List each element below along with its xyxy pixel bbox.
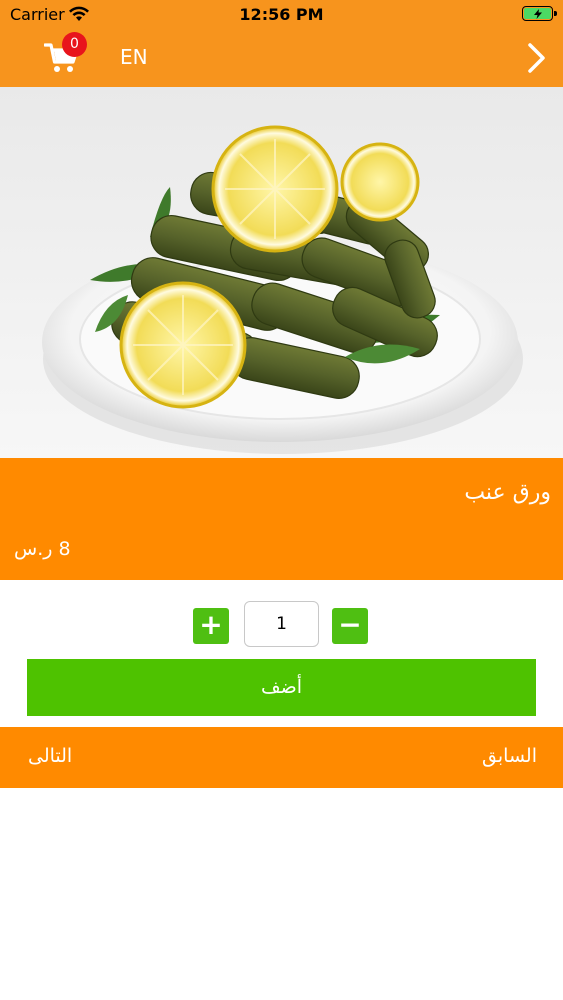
- top-bar: Carrier 12:56 PM 0 EN: [0, 0, 563, 87]
- previous-product-button[interactable]: السابق: [482, 745, 537, 767]
- language-toggle[interactable]: EN: [120, 45, 148, 69]
- status-bar: Carrier 12:56 PM: [0, 0, 563, 30]
- product-name: ورق عنب: [464, 480, 551, 505]
- decrease-quantity-button[interactable]: −: [332, 608, 368, 644]
- increase-quantity-button[interactable]: +: [193, 608, 229, 644]
- product-detail-screen: Carrier 12:56 PM 0 EN ورق عنب 8 ر.س + 1 …: [0, 0, 563, 1000]
- battery-icon: [522, 6, 557, 21]
- quantity-field[interactable]: [244, 601, 319, 647]
- product-price: 8 ر.س: [14, 538, 71, 560]
- nav-bar: 0 EN: [0, 30, 563, 87]
- add-to-cart-button[interactable]: أضف: [27, 659, 536, 716]
- product-info-panel: ورق عنب 8 ر.س: [0, 458, 563, 580]
- status-time: 12:56 PM: [239, 5, 324, 24]
- product-pager: السابق التالى: [0, 727, 563, 788]
- product-image: [0, 87, 563, 458]
- quantity-stepper: + −: [0, 600, 563, 648]
- chevron-right-icon[interactable]: [527, 42, 547, 74]
- next-product-button[interactable]: التالى: [28, 745, 72, 767]
- cart-count-badge: 0: [62, 32, 87, 57]
